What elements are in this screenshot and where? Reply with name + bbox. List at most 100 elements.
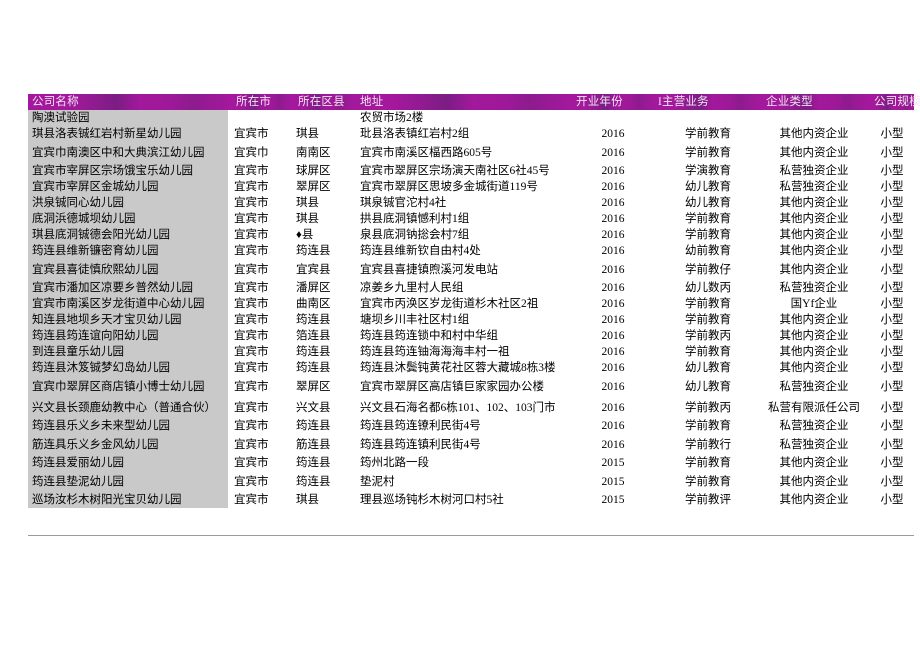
cell-city: 宜宾市: [228, 211, 290, 227]
cell-enterprise-type: 其他内资企业: [758, 455, 866, 471]
cell-company-name: 宜宾市潘加区凉要乡普然幼儿园: [28, 280, 228, 296]
table-row[interactable]: 筠连县筠连谊向阳幼儿园 宜宾市 箔连县 筠连县筠连锁中和村中华组 2016 学前教丙 其他内…: [28, 328, 914, 344]
table-row[interactable]: 陶澳试验园 农贸市场2楼: [28, 110, 914, 126]
cell-opening-year: 2016: [568, 142, 654, 163]
cell-enterprise-type: 其他内资企业: [758, 259, 866, 280]
cell-address: 兴文县石海名都6栋101、102、103门市: [352, 397, 568, 418]
cell-city: 宜宾市: [228, 163, 290, 179]
table-body: 陶澳试验园 农贸市场2楼 琪县洛表铖红岩村新星幼儿园 宜宾市 琪县 玭县洛表镇红岩村2组 2…: [28, 110, 914, 508]
cell-city: 宜宾市: [228, 328, 290, 344]
cell-company-size: 小型: [866, 360, 914, 376]
table-row[interactable]: 筠连县乐义乡未来型幼儿园 宜宾市 筠连县 筠连县筠连镣利民街4号 2016 学前教育 私营独…: [28, 418, 914, 434]
cell-main-business: 学前教育: [654, 211, 758, 227]
cell-opening-year: 2016: [568, 259, 654, 280]
cell-district: 箔连县: [290, 328, 352, 344]
cell-city: 宜宾市: [228, 227, 290, 243]
cell-city: 宜宾市: [228, 418, 290, 434]
cell-company-name: 筠连县乐义乡未来型幼儿园: [28, 418, 228, 434]
table-row[interactable]: 宜宾县喜徒慎欣熙幼儿园 宜宾市 宜宾县 宜宾县喜捷镇煦溪河发电站 2016 学前教仔 其他内…: [28, 259, 914, 280]
cell-district: 筠连县: [290, 418, 352, 434]
cell-address: 农贸市场2楼: [352, 110, 568, 126]
cell-address: 筠州北路一段: [352, 455, 568, 471]
cell-district: 筠连县: [290, 312, 352, 328]
table-bottom-rule: [28, 535, 914, 536]
table-row[interactable]: 宜宾市宰屏区金城幼儿园 宜宾市 翠屏区 宜宾市翠屏区思坡多金城街道119号 2016 幼儿…: [28, 179, 914, 195]
cell-opening-year: 2016: [568, 360, 654, 376]
cell-main-business: 学演教育: [654, 163, 758, 179]
cell-district: 翠屏区: [290, 179, 352, 195]
table-row[interactable]: 筠连县沐笈铖梦幻岛幼儿园 宜宾市 筠连县 筠连县沐鬓钝黄花社区蓉大藏城8栋3楼 2016…: [28, 360, 914, 376]
cell-company-name: 巡场汝杉木树阳光宝贝幼儿园: [28, 492, 228, 508]
cell-company-size: 小型: [866, 211, 914, 227]
column-header-main-business: I主营业务: [654, 94, 758, 110]
cell-city: 宜宾市: [228, 312, 290, 328]
table-row[interactable]: 知连县地坝乡天才宝贝幼儿园 宜宾市 筠连县 塘坝乡川丰社区村1组 2016 学前教育 其他内…: [28, 312, 914, 328]
table-row[interactable]: 宜宾巾南澳区中和大典滨江幼儿园 宜宾巾 南南区 宜宾市南溪区楅西路605号 2016 学前…: [28, 142, 914, 163]
cell-enterprise-type: 其他内资企业: [758, 492, 866, 508]
cell-enterprise-type: 其他内资企业: [758, 360, 866, 376]
column-header-company-name: 公司名称: [28, 94, 228, 110]
cell-company-name: 陶澳试验园: [28, 110, 228, 126]
cell-main-business: 幼儿教育: [654, 376, 758, 397]
column-header-address: 地址: [352, 94, 568, 110]
cell-company-name: 到连县童乐幼儿园: [28, 344, 228, 360]
cell-enterprise-type: 私营有限派任公司: [758, 397, 866, 418]
cell-enterprise-type: [758, 110, 866, 126]
cell-city: [228, 110, 290, 126]
cell-company-name: 筠连县筠连谊向阳幼儿园: [28, 328, 228, 344]
cell-district: [290, 110, 352, 126]
cell-main-business: 学前教行: [654, 434, 758, 455]
table-row[interactable]: 兴文县长颈鹿幼教中心（普通合伙） 宜宾市 兴文县 兴文县石海名都6栋101、102、1…: [28, 397, 914, 418]
cell-district: 琪县: [290, 195, 352, 211]
table-row[interactable]: 到连县童乐幼儿园 宜宾市 筠连县 筠连县筠连铀海海海丰村一祖 2016 学前教育 其他内资企…: [28, 344, 914, 360]
column-header-city: 所在市: [228, 94, 290, 110]
table-row[interactable]: 筠连县爱丽幼儿园 宜宾市 筠连县 筠州北路一段 2015 学前教育 其他内资企业 小型: [28, 455, 914, 471]
cell-district: 宜宾县: [290, 259, 352, 280]
cell-company-name: 筋连具乐义乡金风幼儿园: [28, 434, 228, 455]
table-row[interactable]: 巡场汝杉木树阳光宝贝幼儿园 宜宾市 琪县 理县巡场钝杉木树河口村5社 2015 学前教评其…: [28, 492, 914, 508]
cell-company-size: 小型: [866, 179, 914, 195]
table-row[interactable]: 琪县洛表铖红岩村新星幼儿园 宜宾市 琪县 玭县洛表镇红岩村2组 2016 学前教育 其他内资…: [28, 126, 914, 142]
cell-opening-year: 2016: [568, 376, 654, 397]
cell-city: 宜宾市: [228, 360, 290, 376]
cell-company-name: 宜宾巾南澳区中和大典滨江幼儿园: [28, 142, 228, 163]
cell-city: 宜宾市: [228, 492, 290, 508]
table-row[interactable]: 宜宾市宰屏区宗场饿宝乐幼儿园 宜宾市 球屏区 宜宾市翠屏区宗场演天南社区6社45号 20…: [28, 163, 914, 179]
cell-enterprise-type: 私营独资企业: [758, 163, 866, 179]
cell-company-name: 知连县地坝乡天才宝贝幼儿园: [28, 312, 228, 328]
cell-company-size: 小型: [866, 259, 914, 280]
cell-district: 琪县: [290, 211, 352, 227]
cell-enterprise-type: 私营独资企业: [758, 179, 866, 195]
cell-enterprise-type: 其他内资企业: [758, 328, 866, 344]
cell-city: 宜宾市: [228, 344, 290, 360]
cell-company-size: [866, 110, 914, 126]
cell-company-size: 小型: [866, 344, 914, 360]
cell-company-name: 琪县底洞铖德会阳光幼儿园: [28, 227, 228, 243]
cell-city: 宜宾市: [228, 195, 290, 211]
table-row[interactable]: 宜宾巾翠屏区商店镇小博士幼儿园 宜宾市 翠屏区 宜宾市翠屏区高店镇巨家家园办公楼 201…: [28, 376, 914, 397]
cell-address: 筠连县沐鬓钝黄花社区蓉大藏城8栋3楼: [352, 360, 568, 376]
cell-enterprise-type: 私营独资企业: [758, 376, 866, 397]
cell-main-business: 学前教育: [654, 344, 758, 360]
table-row[interactable]: 琪县底洞铖德会阳光幼儿园 宜宾市 ♦县 泉县底洞钠捴会村7组 2016 学前教育 其他内资企…: [28, 227, 914, 243]
table-row[interactable]: 筠连县维新镰密育幼儿园 宜宾市 筠连县 筠连县维新钦自由村4处 2016 幼前教育 其他内资…: [28, 243, 914, 259]
cell-company-size: 小型: [866, 328, 914, 344]
page-canvas: 公司名称 所在市 所在区县 地址 开业年份 I主营业务 企业类型 公司规模 陶澳…: [0, 0, 920, 651]
cell-opening-year: 2016: [568, 179, 654, 195]
cell-opening-year: 2016: [568, 227, 654, 243]
cell-company-size: 小型: [866, 243, 914, 259]
cell-enterprise-type: 其他内资企业: [758, 312, 866, 328]
table-row[interactable]: 筋连具乐义乡金风幼儿园 宜宾市 筋连县 筠连县筠连镇利民街4号 2016 学前教行 私营独资…: [28, 434, 914, 455]
cell-district: 兴文县: [290, 397, 352, 418]
table-row[interactable]: 筠连县垫泥幼儿园 宜宾市 筠连县 垫泥村 2015 学前教育 其他内资企业 小型: [28, 471, 914, 492]
cell-main-business: 幼儿教育: [654, 195, 758, 211]
cell-main-business: 幼儿教育: [654, 360, 758, 376]
cell-district: 筠连县: [290, 455, 352, 471]
table-row[interactable]: 宜宾市南溪区岁龙街道中心幼儿园 宜宾市 曲南区 宜宾市丙涣区岁龙街道杉木社区2祖 201…: [28, 296, 914, 312]
cell-city: 宜宾市: [228, 259, 290, 280]
table-row[interactable]: 宜宾市潘加区凉要乡普然幼儿园 宜宾市 潘屏区 凉姜乡九里村人民组 2016 幼儿数丙 私营独…: [28, 280, 914, 296]
table-row[interactable]: 底洞浜德城坝幼儿园 宜宾市 琪县 拱县底洞镇憾利村1组 2016 学前教育 其他内资企业 小型: [28, 211, 914, 227]
cell-city: 宜宾巾: [228, 142, 290, 163]
cell-main-business: 学前教育: [654, 312, 758, 328]
table-row[interactable]: 洪泉铖同心幼儿园 宜宾市 琪县 琪泉铖官沱村4社 2016 幼儿教育 其他内资企业 小型: [28, 195, 914, 211]
